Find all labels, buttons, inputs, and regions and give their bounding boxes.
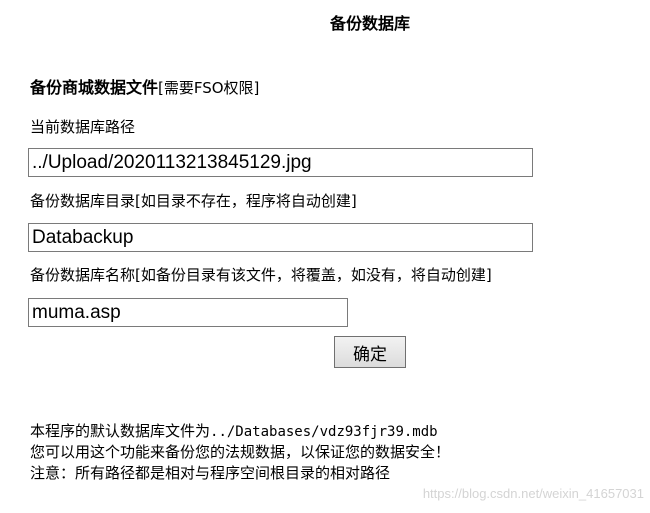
backup-name-input[interactable] (28, 298, 348, 327)
section-title-note: [需要FSO权限] (158, 79, 260, 97)
backup-dir-input[interactable] (28, 223, 533, 252)
info-default-db-path: ../Databases/vdz93fjr39.mdb (210, 424, 438, 440)
info-default-db: 本程序的默认数据库文件为../Databases/vdz93fjr39.mdb (30, 420, 438, 441)
page-title: 备份数据库 (329, 14, 410, 33)
watermark: https://blog.csdn.net/weixin_41657031 (422, 486, 644, 501)
confirm-button[interactable]: 确定 (334, 336, 406, 368)
info-path-note: 注意：所有路径都是相对与程序空间根目录的相对路径 (30, 464, 391, 482)
db-path-input[interactable] (28, 148, 533, 177)
backup-dir-label: 备份数据库目录[如目录不存在，程序将自动创建] (30, 192, 357, 210)
info-backup-tip: 您可以用这个功能来备份您的法规数据，以保证您的数据安全！ (30, 443, 451, 461)
info-default-db-prefix: 本程序的默认数据库文件为 (30, 422, 211, 440)
backup-name-label: 备份数据库名称[如备份目录有该文件，将覆盖，如没有，将自动创建] (30, 266, 492, 284)
section-title: 备份商城数据文件[需要FSO权限] (30, 74, 259, 98)
db-path-label: 当前数据库路径 (30, 118, 136, 136)
section-title-text: 备份商城数据文件 (30, 78, 159, 97)
